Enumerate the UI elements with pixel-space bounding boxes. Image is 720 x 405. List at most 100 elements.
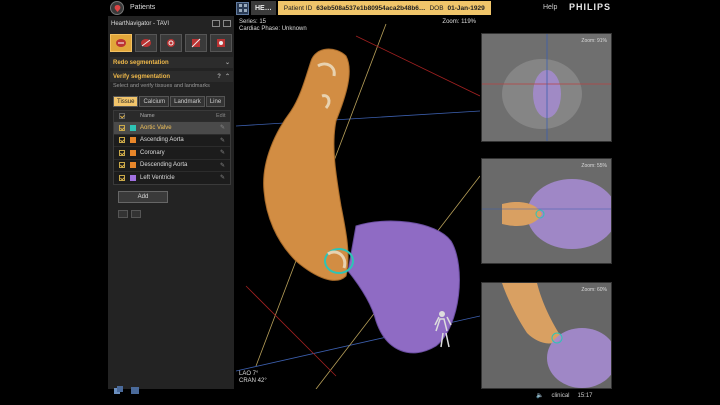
plan-icon (217, 39, 225, 47)
ct-slice-1 (482, 34, 611, 141)
patient-id-label: Patient ID (283, 4, 313, 12)
layout-icon[interactable] (114, 386, 124, 395)
tissue-name: Ascending Aorta (140, 137, 184, 144)
tissue-color-swatch (130, 174, 136, 181)
tissue-table: Name Edit Aortic Valve ✎ Ascending Aorta ✎ C… (113, 110, 231, 185)
side-zoom-1: Zoom: 91% (581, 38, 607, 44)
right-letterbox (612, 16, 720, 389)
workflow-step-valve[interactable] (160, 34, 182, 52)
segmentation-icon (116, 39, 126, 47)
dob-label: DOB (429, 4, 444, 12)
patient-id: 63eb508a537e1b80954aca2b48b6… (316, 4, 426, 12)
cran-angle: CRAN 42° (239, 378, 267, 384)
instruction-text: Select and verify tissues and landmarks (113, 83, 210, 89)
edit-column-header: Edit (216, 113, 226, 119)
speaker-icon[interactable]: 🔈 (536, 392, 543, 399)
expand-icon: ⌄ (224, 60, 230, 66)
name-column-header: Name (140, 113, 155, 119)
tissue-color-swatch (130, 162, 136, 169)
minimize-icon[interactable] (212, 20, 220, 27)
left-letterbox (0, 16, 108, 389)
table-row[interactable]: Ascending Aorta ✎ (114, 133, 230, 147)
ct-slice-2 (482, 159, 611, 263)
home-icon[interactable] (110, 1, 124, 15)
edit-pencil-icon[interactable]: ✎ (220, 137, 230, 144)
viewport-info: Series: 15 Cardiac Phase: Unknown (239, 19, 307, 33)
tab-tissue[interactable]: Tissue (113, 96, 139, 107)
table-row[interactable]: Coronary ✎ (114, 146, 230, 159)
patients-button[interactable]: Patients (130, 4, 155, 11)
ct-slice-3 (482, 283, 611, 388)
app-title: HeartNavigator - TAVI (111, 21, 170, 27)
study-tab[interactable]: HE… (251, 1, 276, 15)
edit-pencil-icon[interactable]: ✎ (220, 149, 230, 156)
dob-value: 01-Jan-1929 (447, 4, 485, 12)
table-row[interactable]: Left Ventricle ✎ (114, 171, 230, 184)
side-view-middle[interactable]: Zoom: 55% (481, 158, 612, 264)
workflow-step-measure[interactable] (185, 34, 207, 52)
side-view-top[interactable]: Zoom: 91% (481, 33, 612, 142)
orientation-info: LAO 7° CRAN 42° (239, 371, 267, 385)
add-button[interactable]: Add (118, 191, 168, 203)
help-icon[interactable]: ? (217, 74, 221, 80)
bottom-left-tools (114, 386, 140, 395)
clock: 15:17 (577, 392, 593, 399)
collapse-chevron-icon[interactable]: ⌃ (225, 73, 230, 80)
undo-icon[interactable] (118, 210, 128, 218)
valve-icon (167, 39, 175, 47)
edit-pencil-icon[interactable]: ✎ (220, 174, 230, 181)
tissue-color-swatch (130, 124, 136, 131)
edit-pencil-icon[interactable]: ✎ (220, 162, 230, 169)
verify-segmentation-header[interactable]: Verify segmentation ? ⌃ (110, 71, 233, 82)
segmentation-tabs: Tissue Calcium Landmark Line (113, 96, 226, 107)
side-zoom-2: Zoom: 55% (581, 163, 607, 169)
study-tabs: HE… Patient ID 63eb508a537e1b80954aca2b4… (236, 0, 491, 16)
redo-icon[interactable] (131, 210, 141, 218)
grid-icon[interactable] (236, 1, 249, 15)
tab-line[interactable]: Line (205, 96, 226, 107)
undo-redo (118, 210, 141, 218)
tools-icon[interactable] (130, 386, 140, 395)
redo-segmentation-label: Redo segmentation (113, 59, 169, 66)
tab-landmark[interactable]: Landmark (170, 96, 205, 107)
tissue-color-swatch (130, 137, 136, 144)
side-view-bottom[interactable]: Zoom: 60% (481, 282, 612, 389)
lao-angle: LAO 7° (239, 371, 259, 377)
visibility-checkbox[interactable] (119, 137, 125, 144)
status-bar: 🔈 clinical 15:17 (536, 392, 593, 400)
table-row[interactable]: Aortic Valve ✎ (114, 121, 230, 134)
series-label: Series: 15 (239, 19, 267, 25)
verify-segmentation-label: Verify segmentation (113, 73, 171, 80)
cardiac-phase-label: Cardiac Phase: Unknown (239, 26, 307, 32)
tab-calcium[interactable]: Calcium (139, 96, 170, 107)
edit-pencil-icon[interactable]: ✎ (220, 124, 230, 131)
tissue-name: Descending Aorta (140, 162, 188, 169)
workflow-step-plan[interactable] (210, 34, 232, 52)
heart-rendering (236, 23, 480, 389)
patient-info: Patient ID 63eb508a537e1b80954aca2b48b6…… (277, 1, 491, 15)
visibility-checkbox[interactable] (119, 162, 125, 169)
aorta-icon (141, 39, 151, 47)
workflow-step-segmentation[interactable] (110, 34, 132, 52)
table-row[interactable]: Descending Aorta ✎ (114, 158, 230, 172)
panel-controls (212, 20, 231, 27)
visibility-checkbox[interactable] (119, 124, 125, 131)
tissue-name: Coronary (140, 149, 165, 156)
help-button[interactable]: Help (543, 4, 557, 11)
visibility-checkbox[interactable] (119, 149, 125, 156)
tissue-name: Left Ventricle (140, 174, 175, 181)
redo-segmentation-header[interactable]: Redo segmentation ⌄ (110, 57, 233, 68)
table-header: Name Edit (114, 111, 230, 121)
main-3d-viewport[interactable]: Series: 15 Cardiac Phase: Unknown Zoom: … (236, 16, 480, 389)
mode-label: clinical (551, 392, 570, 399)
workflow-steps (110, 34, 232, 54)
tissue-color-swatch (130, 149, 136, 156)
measure-icon (191, 38, 201, 48)
workflow-step-aorta[interactable] (135, 34, 157, 52)
collapse-icon[interactable] (223, 20, 231, 27)
select-all-checkbox[interactable] (119, 113, 125, 119)
visibility-checkbox[interactable] (119, 174, 125, 181)
tissue-name: Aortic Valve (140, 124, 172, 131)
bottom-letterbox (0, 389, 720, 405)
side-zoom-3: Zoom: 60% (581, 287, 607, 293)
